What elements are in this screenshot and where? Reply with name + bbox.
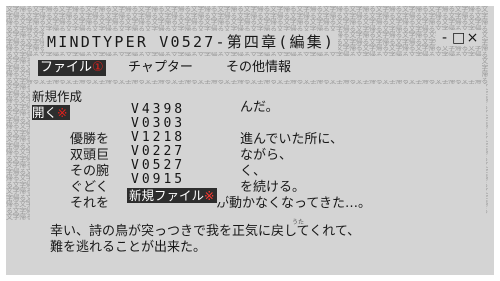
- notification-badge: ①: [92, 60, 104, 75]
- save-slot[interactable]: V1218: [131, 131, 185, 145]
- title-bar: MINDTYPER V0527-第四章(編集) - □×: [20, 29, 486, 52]
- menu-file-label: ファイル: [40, 60, 93, 75]
- new-file-button[interactable]: 新規ファイル※: [127, 188, 217, 203]
- story-line: 優勝を: [70, 132, 110, 147]
- menu-file[interactable]: ファイル①: [38, 60, 106, 76]
- new-file-mark: ※: [204, 188, 215, 203]
- story-line: それを: [70, 196, 110, 211]
- window-title: MINDTYPER V0527-第四章(編集): [44, 31, 339, 52]
- save-slot[interactable]: V4398: [131, 103, 185, 117]
- story-text-area: んだ。 優勝を 進んでいた所に、 双頭巨 ながら、 その腕 く、 ぐどく を続け…: [30, 84, 486, 255]
- story-line: 進んでいた所に、: [240, 132, 343, 147]
- menu-chapter[interactable]: チャプター: [128, 60, 193, 76]
- story-line: ぐどく: [70, 180, 109, 195]
- minimize-button[interactable]: -: [438, 30, 452, 46]
- story-line: が動かなくなってきた…。: [216, 196, 371, 211]
- story-line: を続ける。: [240, 180, 306, 195]
- menu-bar: ファイル① チャプター その他情報: [30, 56, 482, 80]
- menu-item-open-label: 開く: [32, 105, 58, 120]
- save-slot[interactable]: V0227: [131, 145, 185, 159]
- open-mark: ※: [57, 105, 68, 120]
- story-line: ながら、: [240, 148, 293, 163]
- story-line: んだ。: [240, 100, 279, 115]
- menu-other-info[interactable]: その他情報: [226, 60, 291, 76]
- save-slot[interactable]: V0915: [131, 173, 185, 187]
- menu-item-new[interactable]: 新規作成: [32, 89, 82, 104]
- story-line: く、: [240, 164, 267, 179]
- maximize-button[interactable]: □: [452, 30, 466, 46]
- story-line: その腕: [70, 164, 110, 179]
- story-line: 双頭巨: [70, 148, 110, 163]
- menu-item-open[interactable]: 開く※: [32, 105, 70, 120]
- close-button[interactable]: ×: [466, 30, 480, 46]
- save-slot[interactable]: V0527: [131, 159, 185, 173]
- game-screen: 文字帰る文字帰る文字帰る文字帰る文字帰る文字帰る文字帰る文字帰る文字帰る文字帰る…: [6, 6, 494, 275]
- save-slot[interactable]: V0303: [131, 117, 185, 131]
- window-controls: - □×: [436, 30, 482, 46]
- story-line: 幸い、詩の鳥が突っつきで我を正気に戻してくれて、: [50, 224, 361, 239]
- story-line: 難を逃れることが出来た。: [50, 240, 207, 255]
- new-file-label: 新規ファイル: [129, 188, 205, 203]
